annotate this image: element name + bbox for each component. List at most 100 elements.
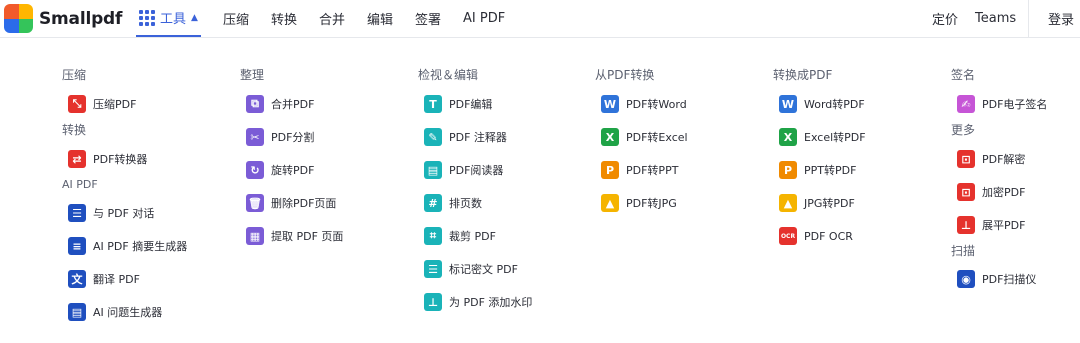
pencil-icon: ✎ xyxy=(424,128,442,146)
tool-label: AI PDF 摘要生成器 xyxy=(93,240,188,253)
section-title-organize: 整理 xyxy=(240,68,265,82)
nav-edit[interactable]: 编辑 xyxy=(367,9,393,28)
tool-label: 删除PDF页面 xyxy=(271,197,337,210)
tool-delete-pdf-pages[interactable]: 🗑 删除PDF页面 xyxy=(246,194,336,212)
ppt-icon: P xyxy=(601,161,619,179)
tool-label: PDF分割 xyxy=(271,131,315,144)
tool-chat-with-pdf[interactable]: ☰ 与 PDF 对话 xyxy=(68,204,154,222)
smallpdf-logo-icon xyxy=(4,4,33,33)
unlock-icon: ⊡ xyxy=(957,150,975,168)
scissors-icon: ✂ xyxy=(246,128,264,146)
tool-esign-pdf[interactable]: ✍ PDF电子签名 xyxy=(957,95,1047,113)
nav-ai-pdf[interactable]: AI PDF xyxy=(463,11,505,26)
nav-compress[interactable]: 压缩 xyxy=(223,9,249,28)
tool-merge-pdf[interactable]: ⧉ 合并PDF xyxy=(246,95,314,113)
tool-pdf-scanner[interactable]: ◉ PDF扫描仪 xyxy=(957,270,1036,288)
tool-label: PPT转PDF xyxy=(804,164,857,177)
compress-icon: ⤡ xyxy=(68,95,86,113)
tools-menu-button[interactable]: 工具 ▲ xyxy=(136,0,201,37)
tool-ai-question-generator[interactable]: ▤ AI 问题生成器 xyxy=(68,303,162,321)
section-title-compress: 压缩 xyxy=(62,68,87,82)
tool-label: 加密PDF xyxy=(982,186,1026,199)
tool-label: 标记密文 PDF xyxy=(449,263,518,276)
tool-label: 旋转PDF xyxy=(271,164,315,177)
tool-pdf-ocr[interactable]: OCR PDF OCR xyxy=(779,227,853,245)
tool-label: 展平PDF xyxy=(982,219,1026,232)
tool-ppt-to-pdf[interactable]: P PPT转PDF xyxy=(779,161,856,179)
tool-label: PDF转Excel xyxy=(626,131,688,144)
tool-label: Excel转PDF xyxy=(804,131,866,144)
tool-ai-pdf-summarizer[interactable]: ≡ AI PDF 摘要生成器 xyxy=(68,237,187,255)
tool-label: 压缩PDF xyxy=(93,98,137,111)
tool-unlock-pdf[interactable]: ⊡ PDF解密 xyxy=(957,150,1025,168)
tool-label: 提取 PDF 页面 xyxy=(271,230,344,243)
tool-label: Word转PDF xyxy=(804,98,865,111)
ppt-icon: P xyxy=(779,161,797,179)
tools-label: 工具 xyxy=(160,12,187,27)
tool-excel-to-pdf[interactable]: X Excel转PDF xyxy=(779,128,866,146)
section-title-ai-pdf: AI PDF xyxy=(62,178,98,191)
translate-icon: 文 xyxy=(68,270,86,288)
tool-compress-pdf[interactable]: ⤡ 压缩PDF xyxy=(68,95,136,113)
tool-extract-pdf-pages[interactable]: ▦ 提取 PDF 页面 xyxy=(246,227,343,245)
tool-label: 裁剪 PDF xyxy=(449,230,496,243)
tool-pdf-annotator[interactable]: ✎ PDF 注释器 xyxy=(424,128,507,146)
section-title-to-pdf: 转换成PDF xyxy=(773,68,833,82)
login-link[interactable]: 登录 xyxy=(1048,0,1074,37)
document-icon: ▤ xyxy=(68,303,86,321)
tool-label: 合并PDF xyxy=(271,98,315,111)
caret-up-icon: ▲ xyxy=(191,12,198,23)
brand-name: Smallpdf xyxy=(39,8,123,29)
tool-label: 排页数 xyxy=(449,197,482,210)
word-icon: W xyxy=(779,95,797,113)
tool-pdf-to-ppt[interactable]: P PDF转PPT xyxy=(601,161,678,179)
tool-label: PDF转Word xyxy=(626,98,687,111)
tool-pdf-reader[interactable]: ▤ PDF阅读器 xyxy=(424,161,503,179)
tool-pdf-to-jpg[interactable]: ▲ PDF转JPG xyxy=(601,194,677,212)
tool-label: 翻译 PDF xyxy=(93,273,140,286)
nav-pricing[interactable]: 定价 xyxy=(932,0,958,37)
section-title-more: 更多 xyxy=(951,123,976,137)
tool-word-to-pdf[interactable]: W Word转PDF xyxy=(779,95,865,113)
tool-label: PDF转PPT xyxy=(626,164,679,177)
top-navigation-bar: Smallpdf 工具 ▲ 压缩 转换 合并 编辑 签署 AI PDF 定价 T… xyxy=(0,0,1080,38)
tool-label: PDF阅读器 xyxy=(449,164,504,177)
tool-split-pdf[interactable]: ✂ PDF分割 xyxy=(246,128,314,146)
main-nav: 工具 ▲ 压缩 转换 合并 编辑 签署 AI PDF xyxy=(136,0,505,37)
nav-sign[interactable]: 签署 xyxy=(415,9,441,28)
merge-icon: ⧉ xyxy=(246,95,264,113)
tool-crop-pdf[interactable]: ⌗ 裁剪 PDF xyxy=(424,227,496,245)
tool-redact-pdf[interactable]: ☰ 标记密文 PDF xyxy=(424,260,518,278)
tool-rotate-pdf[interactable]: ↻ 旋转PDF xyxy=(246,161,314,179)
tool-jpg-to-pdf[interactable]: ▲ JPG转PDF xyxy=(779,194,855,212)
tool-label: 与 PDF 对话 xyxy=(93,207,155,220)
text-edit-icon: T xyxy=(424,95,442,113)
tool-number-pages[interactable]: # 排页数 xyxy=(424,194,482,212)
tool-translate-pdf[interactable]: 文 翻译 PDF xyxy=(68,270,140,288)
tool-pdf-to-excel[interactable]: X PDF转Excel xyxy=(601,128,688,146)
nav-convert[interactable]: 转换 xyxy=(271,9,297,28)
nav-teams[interactable]: Teams xyxy=(975,0,1016,37)
tool-edit-pdf[interactable]: T PDF编辑 xyxy=(424,95,492,113)
signature-icon: ✍ xyxy=(957,95,975,113)
tool-label: PDF OCR xyxy=(804,229,853,243)
tool-flatten-pdf[interactable]: ⊥ 展平PDF xyxy=(957,216,1025,234)
section-title-from-pdf: 从PDF转换 xyxy=(595,68,655,82)
crop-icon: ⌗ xyxy=(424,227,442,245)
ocr-icon: OCR xyxy=(779,227,797,245)
smallpdf-logo[interactable]: Smallpdf xyxy=(4,4,122,33)
chat-icon: ☰ xyxy=(68,204,86,222)
tool-protect-pdf[interactable]: ⊡ 加密PDF xyxy=(957,183,1025,201)
tool-pdf-to-word[interactable]: W PDF转Word xyxy=(601,95,687,113)
section-title-convert: 转换 xyxy=(62,123,87,137)
header-divider xyxy=(1028,0,1029,37)
tool-label: PDF转换器 xyxy=(93,153,148,166)
stamp-icon: ⊥ xyxy=(424,293,442,311)
tool-watermark-pdf[interactable]: ⊥ 为 PDF 添加水印 xyxy=(424,293,532,311)
flatten-icon: ⊥ xyxy=(957,216,975,234)
tool-label: AI 问题生成器 xyxy=(93,306,163,319)
tool-label: PDF编辑 xyxy=(449,98,493,111)
nav-merge[interactable]: 合并 xyxy=(319,9,345,28)
lock-icon: ⊡ xyxy=(957,183,975,201)
tool-pdf-converter[interactable]: ⇄ PDF转换器 xyxy=(68,150,147,168)
